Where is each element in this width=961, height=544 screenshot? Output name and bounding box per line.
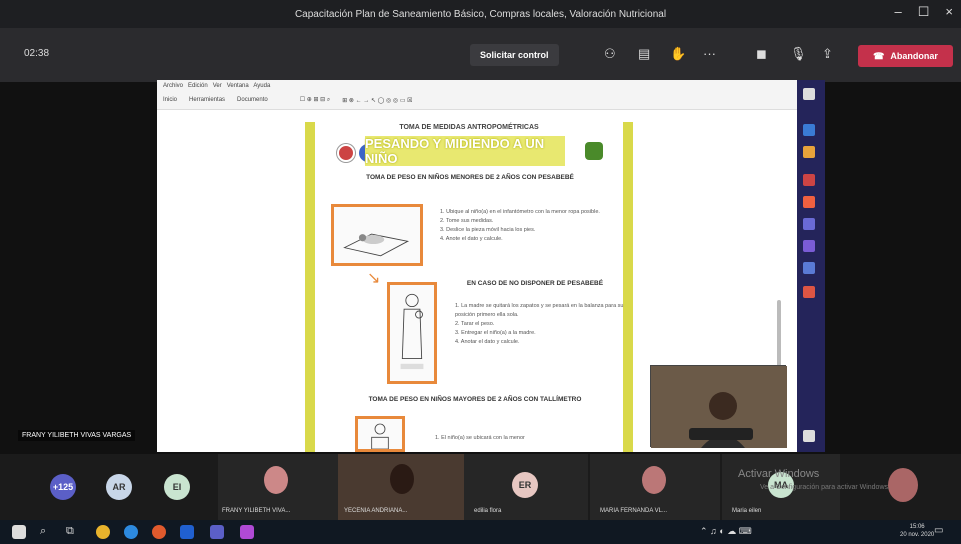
participant-avatar: ER [512,472,538,498]
chrome-icon[interactable] [96,525,110,539]
edge-icon[interactable] [124,525,138,539]
start-icon[interactable] [12,525,26,539]
sidebar-icon[interactable] [803,218,815,230]
participant-avatar[interactable]: AR [106,474,132,500]
teams-icon[interactable] [210,525,224,539]
doc-scrollbar[interactable] [777,300,781,370]
participant-name: edilia flora [474,508,502,514]
steps-list-3: 1. El niño(a) se ubicará con la menor [435,434,615,443]
menu-row: Archivo Edición Ver Ventana Ayuda [163,83,271,89]
org-logo-1 [337,144,355,162]
sidebar-icon[interactable] [803,124,815,136]
meeting-timer: 02:38 [24,48,50,59]
close-button[interactable]: × [945,4,953,20]
app-icon[interactable] [240,525,254,539]
step: 1. Ubique al niño(a) en el infantómetro … [440,209,600,215]
badge-count: +125 [52,482,74,492]
maximize-button[interactable]: ☐ [918,4,930,20]
mic-off-icon[interactable]: 🎙 [790,46,807,62]
minimize-button[interactable]: – [895,4,902,20]
request-control-button[interactable]: Solicitar control [470,44,559,66]
notification-icon[interactable]: ▭ [934,525,948,539]
document-page: TOMA DE MEDIDAS ANTROPOMÉTRICAS PESANDO … [305,122,633,452]
search-icon[interactable]: ⌕ [40,525,54,539]
participant-photo [264,466,288,494]
avatar-initials: AR [112,482,126,492]
sidebar-icon[interactable] [803,262,815,274]
system-tray-icons[interactable]: ⌃ ♫ ◐ ☁ ⌨ [700,526,752,537]
app-toolbar: Archivo Edición Ver Ventana Ayuda Inicio… [157,80,797,110]
participant-photo[interactable] [888,468,918,502]
raise-hand-icon[interactable]: ✋ [670,46,686,62]
steps-list-1: 1. Ubique al niño(a) en el infantómetro … [440,208,620,244]
step: 3. Entregar el niño(a) a la madre. [455,330,536,336]
leave-button[interactable]: ☎ Abandonar [858,45,953,67]
participant-name: YECENIA ANDRIANA... [344,508,408,514]
participant-tile[interactable]: ER edilia flora [464,454,588,520]
activate-windows-title: Activar Windows [738,468,820,480]
sidebar-icon[interactable] [803,430,815,442]
org-logo-3 [585,142,603,160]
phone-icon: ☎ [873,50,885,61]
clock-date: 20 nov. 2020 [900,532,935,538]
leave-label: Abandonar [890,51,938,61]
steps-list-2: 1. La madre se quitará los zapatos y se … [455,302,625,347]
meeting-controls-bar: 02:38 Solicitar control ⚇ ▤ ✋ ··· ◼ 🎙 ⇪ [0,28,961,82]
sidebar-icon[interactable] [803,88,815,100]
participant-name: MARIA FERNANDA VL... [600,508,668,514]
participants-icon[interactable]: ⚇ [604,46,616,62]
infant-scale-illustration [331,204,423,266]
participant-video [390,464,414,494]
sidebar-icon[interactable] [803,174,815,186]
clock-time: 15:06 [909,524,925,530]
avatar-initials: ER [518,480,532,490]
step: 2. Tome sus medidas. [440,218,494,224]
taskbar-clock[interactable]: 15:06 20 nov. 2020 [900,523,934,539]
participant-name: FRANY YILIBETH VIVA... [222,508,291,514]
task-view-icon[interactable]: ⧉ [66,525,80,539]
participant-name: Maria eilen [732,508,762,514]
browser-icon[interactable] [152,525,166,539]
section-title-1: TOMA DE PESO EN NIÑOS MENORES DE 2 AÑOS … [366,174,574,181]
sidebar-icon[interactable] [803,240,815,252]
chat-icon[interactable]: ▤ [638,46,650,62]
sidebar-icon[interactable] [803,196,815,208]
participant-video-tile[interactable]: YECENIA ANDRIANA... [338,454,464,520]
child-stadiometer-illustration [355,416,405,452]
camera-off-icon[interactable]: ◼ [756,46,767,62]
window-titlebar: Capacitación Plan de Saneamiento Básico,… [0,0,961,28]
more-participants-badge[interactable]: +125 [50,474,76,500]
doc-header: TOMA DE MEDIDAS ANTROPOMÉTRICAS [399,124,539,131]
participant-tile[interactable]: FRANY YILIBETH VIVA... [218,454,338,520]
presenter-name: FRANY YILIBETH VIVAS VARGAS [18,430,136,441]
self-camera-preview [650,365,787,448]
avatar-initials: EI [172,482,182,492]
activate-windows-sub: Ve a Configuración para activar Windows. [760,484,890,491]
step: 4. Anote el dato y calcule. [440,236,503,242]
mail-icon[interactable] [180,525,194,539]
toolbar-row: Inicio Herramientas Documento ☐ ⊕ ⊞ ⊟ ⌕ ⊞ … [163,97,413,104]
step: 1. La madre se quitará los zapatos y se … [455,303,624,318]
step: 4. Anotar el dato y calcule. [455,339,520,345]
share-screen-icon[interactable]: ⇪ [822,46,833,62]
participant-photo [642,466,666,494]
more-options-icon[interactable]: ··· [703,46,716,61]
doc-banner: PESANDO Y MIDIENDO A UN NIÑO [365,136,565,166]
step: 2. Tarar el peso. [455,321,495,327]
app-sidebar [797,80,825,452]
window-title: Capacitación Plan de Saneamiento Básico,… [294,8,667,20]
participant-tile[interactable]: MARIA FERNANDA VL... [590,454,720,520]
sidebar-icon[interactable] [803,286,815,298]
mother-child-illustration [387,282,437,384]
sidebar-icon[interactable] [803,146,815,158]
arrow-icon: ↘ [367,270,381,287]
step: 3. Deslice la pieza móvil hacia los pies… [440,227,536,233]
step: 1. El niño(a) se ubicará con la menor [435,435,525,441]
section-title-3: TOMA DE PESO EN NIÑOS MAYORES DE 2 AÑOS … [368,396,582,403]
participant-avatar[interactable]: EI [164,474,190,500]
section-title-2: EN CASO DE NO DISPONER DE PESABEBÉ [466,280,604,287]
windows-taskbar: ⌕ ⧉ ⌃ ♫ ◐ ☁ ⌨ ▭ [0,520,961,544]
